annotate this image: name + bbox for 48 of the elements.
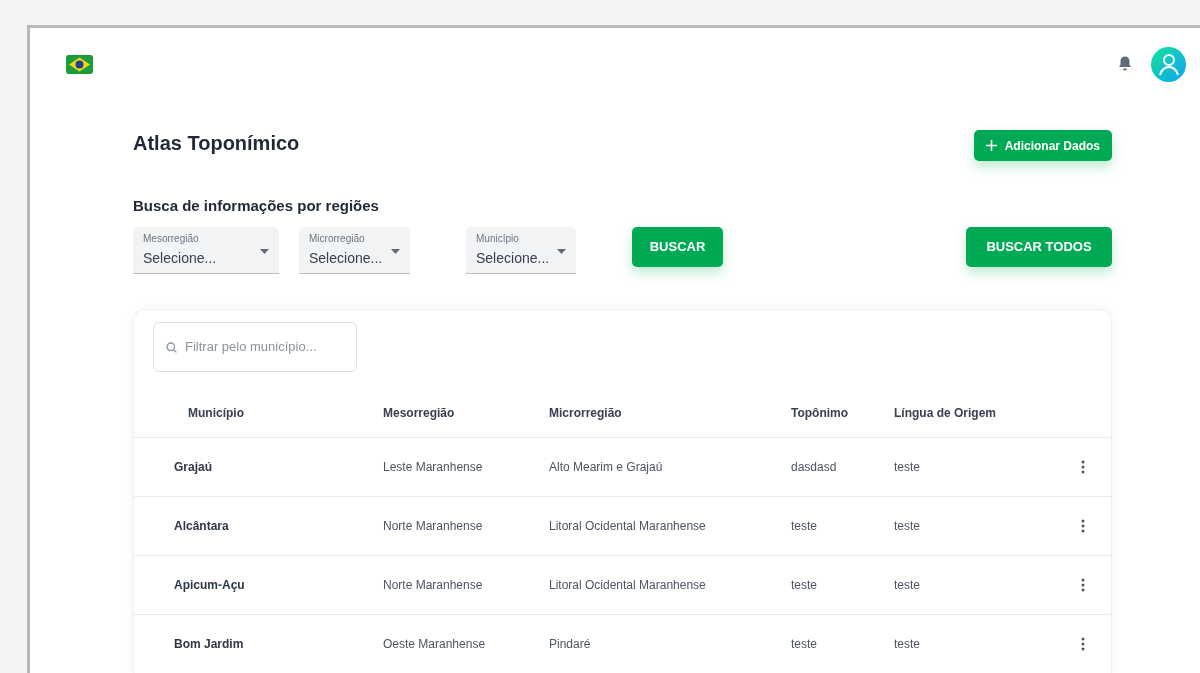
table-cell-text: Pindaré [549, 635, 592, 653]
search-icon [166, 341, 177, 353]
column-header: Língua de Origem [894, 405, 997, 422]
table-cell-text: Alcântara [173, 517, 230, 535]
more-icon[interactable] [1081, 636, 1085, 651]
caret-icon [557, 248, 566, 254]
table-cell-text: Grajaú [173, 458, 213, 476]
plus-icon [985, 140, 997, 151]
column-header: Município [187, 405, 245, 422]
field-label: Mesorregião [143, 232, 200, 245]
field-label: Microrregião [309, 232, 366, 245]
column-header: Topônimo [791, 405, 850, 422]
select-field[interactable]: Microrregião Selecione... [299, 226, 410, 274]
more-icon[interactable] [1081, 459, 1085, 474]
table-cell-text: teste [894, 635, 921, 653]
table-cell-text: Alto Mearim e Grajaú [549, 458, 664, 476]
select-field[interactable]: Município Selecione... [466, 226, 576, 274]
table-cell-text: teste [791, 517, 818, 535]
table-cell-text: Norte Maranhense [383, 517, 484, 535]
caret-icon [391, 248, 400, 254]
table-cell-text: teste [894, 458, 921, 476]
more-icon[interactable] [1081, 518, 1085, 533]
table-cell-text: Litoral Ocidental Maranhense [549, 517, 707, 535]
table-cell-text: teste [791, 635, 818, 653]
column-header: Mesorregião [383, 405, 456, 422]
table-cell-text: teste [894, 517, 921, 535]
table-cell-text: dasdasd [791, 458, 838, 476]
table-cell-text: Norte Maranhense [383, 576, 484, 594]
page-title: Atlas Toponímico [133, 130, 300, 156]
field-value: Selecione... [309, 248, 383, 268]
table-cell-text: teste [894, 576, 921, 594]
table-cell-text: Litoral Ocidental Maranhense [549, 576, 707, 594]
flag-icon [66, 54, 93, 74]
caret-icon [260, 248, 269, 254]
field-value: Selecione... [476, 248, 550, 268]
bell-icon[interactable] [1118, 56, 1132, 72]
column-header: Microrregião [549, 405, 623, 422]
more-icon[interactable] [1081, 577, 1085, 592]
section-title: Busca de informações por regiões [133, 196, 380, 216]
table-cell-text: Leste Maranhense [383, 458, 484, 476]
table-cell-text: teste [791, 576, 818, 594]
select-field[interactable]: Mesorregião Selecione... [133, 226, 279, 274]
table-cell-text: Oeste Maranhense [383, 635, 487, 653]
table-cell-text: Apicum-Açu [173, 576, 246, 594]
table-cell-text: Bom Jardim [173, 635, 245, 653]
filter-field[interactable]: Filtrar pelo município... [153, 321, 357, 372]
field-label: Município [476, 232, 520, 245]
field-value: Selecione... [143, 248, 217, 268]
